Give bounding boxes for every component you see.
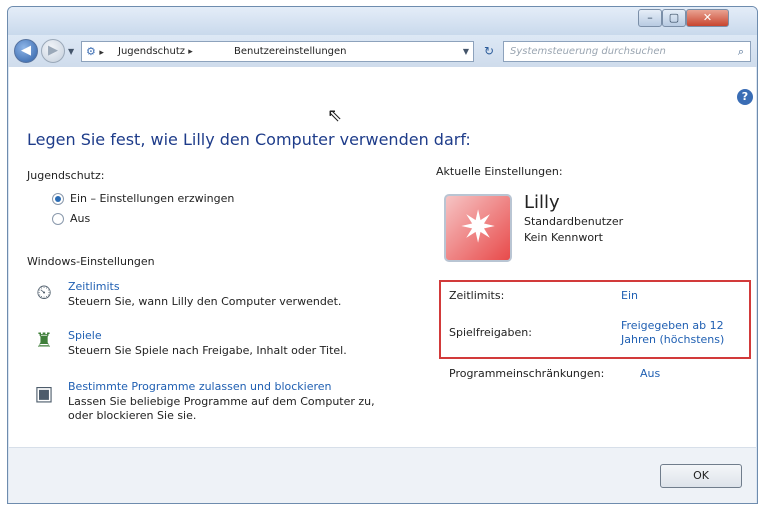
spielfreigaben-value[interactable]: Freigegeben ab 12 Jahren (höchstens)	[621, 319, 739, 347]
zeitlimits-link[interactable]: Zeitlimits	[68, 280, 120, 293]
breadcrumb-jugendschutz[interactable]: Jugendschutz ▸	[118, 42, 193, 62]
minimize-button[interactable]: –	[638, 9, 662, 27]
content-area: ? ⇖ Legen Sie fest, wie Lilly den Comput…	[9, 67, 756, 447]
radio-ein[interactable]	[52, 193, 64, 205]
current-settings-label: Aktuelle Einstellungen:	[436, 165, 563, 178]
spiele-link[interactable]: Spiele	[68, 329, 102, 342]
zeitlimits-key: Zeitlimits:	[449, 289, 505, 302]
windows-settings-label: Windows-Einstellungen	[27, 255, 155, 268]
refresh-icon[interactable]: ↻	[478, 41, 500, 62]
page-title: Legen Sie fest, wie Lilly den Computer v…	[27, 130, 471, 149]
navigation-bar: ◀ ▶ ▼ ⚙ ▸ Jugendschutz ▸ Benutzereinstel…	[8, 35, 757, 67]
close-button[interactable]: ✕	[686, 9, 729, 27]
search-icon[interactable]: ⌕	[738, 42, 744, 61]
control-panel-icon: ⚙ ▸	[86, 45, 104, 58]
maximize-button[interactable]: ▢	[662, 9, 686, 27]
zeitlimits-description: Steuern Sie, wann Lilly den Computer ver…	[68, 295, 342, 308]
forward-button[interactable]: ▶	[41, 39, 65, 63]
programme-description: Lassen Sie beliebige Programme auf dem C…	[68, 395, 375, 422]
user-name: Lilly	[524, 192, 560, 213]
programme-link[interactable]: Bestimmte Programme zulassen und blockie…	[68, 380, 332, 393]
address-dropdown-icon[interactable]: ▼	[463, 42, 469, 61]
search-input[interactable]: Systemsteuerung durchsuchen ⌕	[503, 41, 751, 62]
spiele-description: Steuern Sie Spiele nach Freigabe, Inhalt…	[68, 344, 347, 357]
account-type: Standardbenutzer	[524, 215, 624, 228]
clock-icon: ⏲	[36, 280, 52, 304]
programs-icon: ▣	[34, 381, 54, 405]
user-picture: ✷	[444, 194, 512, 262]
jugendschutz-label: Jugendschutz:	[27, 169, 105, 182]
ok-button[interactable]: OK	[660, 464, 742, 488]
programmeinschraenkungen-key: Programmeinschränkungen:	[449, 367, 605, 380]
window: – ▢ ✕ ◀ ▶ ▼ ⚙ ▸ Jugendschutz ▸ Benutzere…	[7, 6, 758, 504]
breadcrumb-benutzereinstellungen[interactable]: Benutzereinstellungen	[234, 42, 347, 61]
breadcrumb-separator-icon: ▸	[188, 47, 193, 57]
radio-aus[interactable]	[52, 213, 64, 225]
radio-ein-label[interactable]: Ein – Einstellungen erzwingen	[70, 192, 234, 205]
programmeinschraenkungen-value[interactable]: Aus	[640, 367, 660, 380]
help-icon[interactable]: ?	[737, 89, 753, 105]
footer: OK	[9, 447, 756, 503]
games-icon: ♜	[35, 328, 53, 352]
radio-aus-label[interactable]: Aus	[70, 212, 90, 225]
recent-pages-icon[interactable]: ▼	[68, 47, 74, 56]
title-bar: – ▢ ✕	[8, 7, 757, 35]
flower-icon: ✷	[459, 202, 497, 253]
back-button[interactable]: ◀	[14, 39, 38, 63]
address-bar[interactable]: ⚙ ▸ Jugendschutz ▸ Benutzereinstellungen…	[81, 41, 474, 62]
mouse-cursor-icon: ⇖	[327, 105, 343, 126]
password-status: Kein Kennwort	[524, 231, 603, 244]
spielfreigaben-key: Spielfreigaben:	[449, 326, 532, 339]
zeitlimits-value[interactable]: Ein	[621, 289, 638, 302]
